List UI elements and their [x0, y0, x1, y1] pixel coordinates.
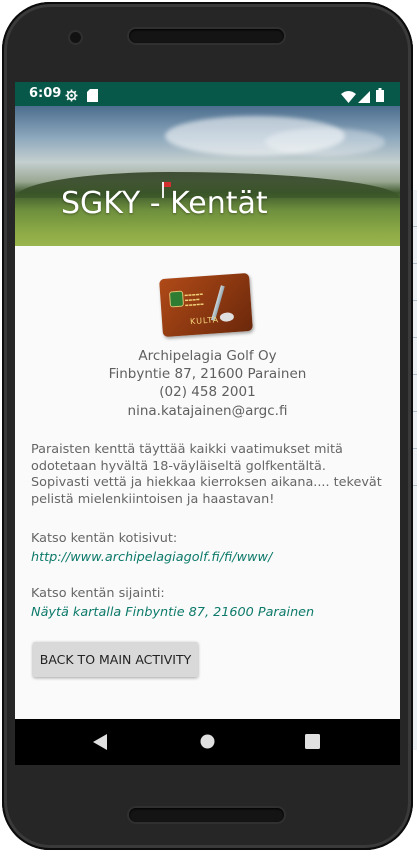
- signal-icon: [358, 88, 370, 107]
- company-name: Archipelagia Golf Oy: [138, 348, 277, 364]
- home-icon[interactable]: [200, 734, 215, 753]
- recents-icon[interactable]: [305, 734, 320, 753]
- back-icon[interactable]: [93, 734, 107, 754]
- back-to-main-button[interactable]: BACK TO MAIN ACTIVITY: [33, 642, 198, 677]
- company-phone: (02) 458 2001: [159, 384, 256, 400]
- gear-icon: [65, 87, 78, 106]
- sd-card-icon: [87, 87, 98, 106]
- battery-icon: [376, 87, 384, 106]
- club-emblem-icon: [168, 290, 185, 308]
- location-link[interactable]: Näytä kartalla Finbyntie 87, 21600 Parai…: [31, 605, 314, 620]
- card-label: KULTA: [189, 315, 220, 327]
- phone-frame: 6:09 SGKY - Kentät ▬▬▬▬▬ ▬▬▬▬ ▬▬▬▬▬ KULT…: [2, 2, 413, 850]
- course-description: Paraisten kenttä täyttää kaikki vaatimuk…: [31, 442, 382, 507]
- bottom-speaker: [129, 808, 284, 822]
- status-time: 6:09: [29, 86, 62, 101]
- top-speaker: [129, 29, 284, 43]
- company-email: nina.katajainen@argc.fi: [127, 403, 288, 419]
- status-bar: 6:09: [15, 82, 400, 106]
- club-card-image: ▬▬▬▬▬ ▬▬▬▬ ▬▬▬▬▬ KULTA: [159, 272, 253, 338]
- card-fine-print: ▬▬▬▬▬ ▬▬▬▬ ▬▬▬▬▬: [184, 291, 204, 308]
- header-banner: SGKY - Kentät: [15, 106, 400, 246]
- location-label: Katso kentän sijainti:: [31, 586, 165, 601]
- page-title: SGKY - Kentät: [61, 186, 268, 221]
- header-cloud: [265, 128, 385, 156]
- navigation-bar: [15, 719, 400, 765]
- front-camera: [70, 32, 81, 43]
- company-address: Finbyntie 87, 21600 Parainen: [108, 366, 307, 382]
- golf-clubhead-icon: [219, 312, 235, 323]
- wifi-icon: [341, 88, 356, 107]
- website-label: Katso kentän kotisivut:: [31, 531, 178, 546]
- course-details: ▬▬▬▬▬ ▬▬▬▬ ▬▬▬▬▬ KULTA Archipelagia Golf O…: [15, 246, 400, 719]
- website-link[interactable]: http://www.archipelagiagolf.fi/fi/www/: [31, 550, 272, 565]
- app-screen: 6:09 SGKY - Kentät ▬▬▬▬▬ ▬▬▬▬ ▬▬▬▬▬ KULT…: [15, 82, 400, 765]
